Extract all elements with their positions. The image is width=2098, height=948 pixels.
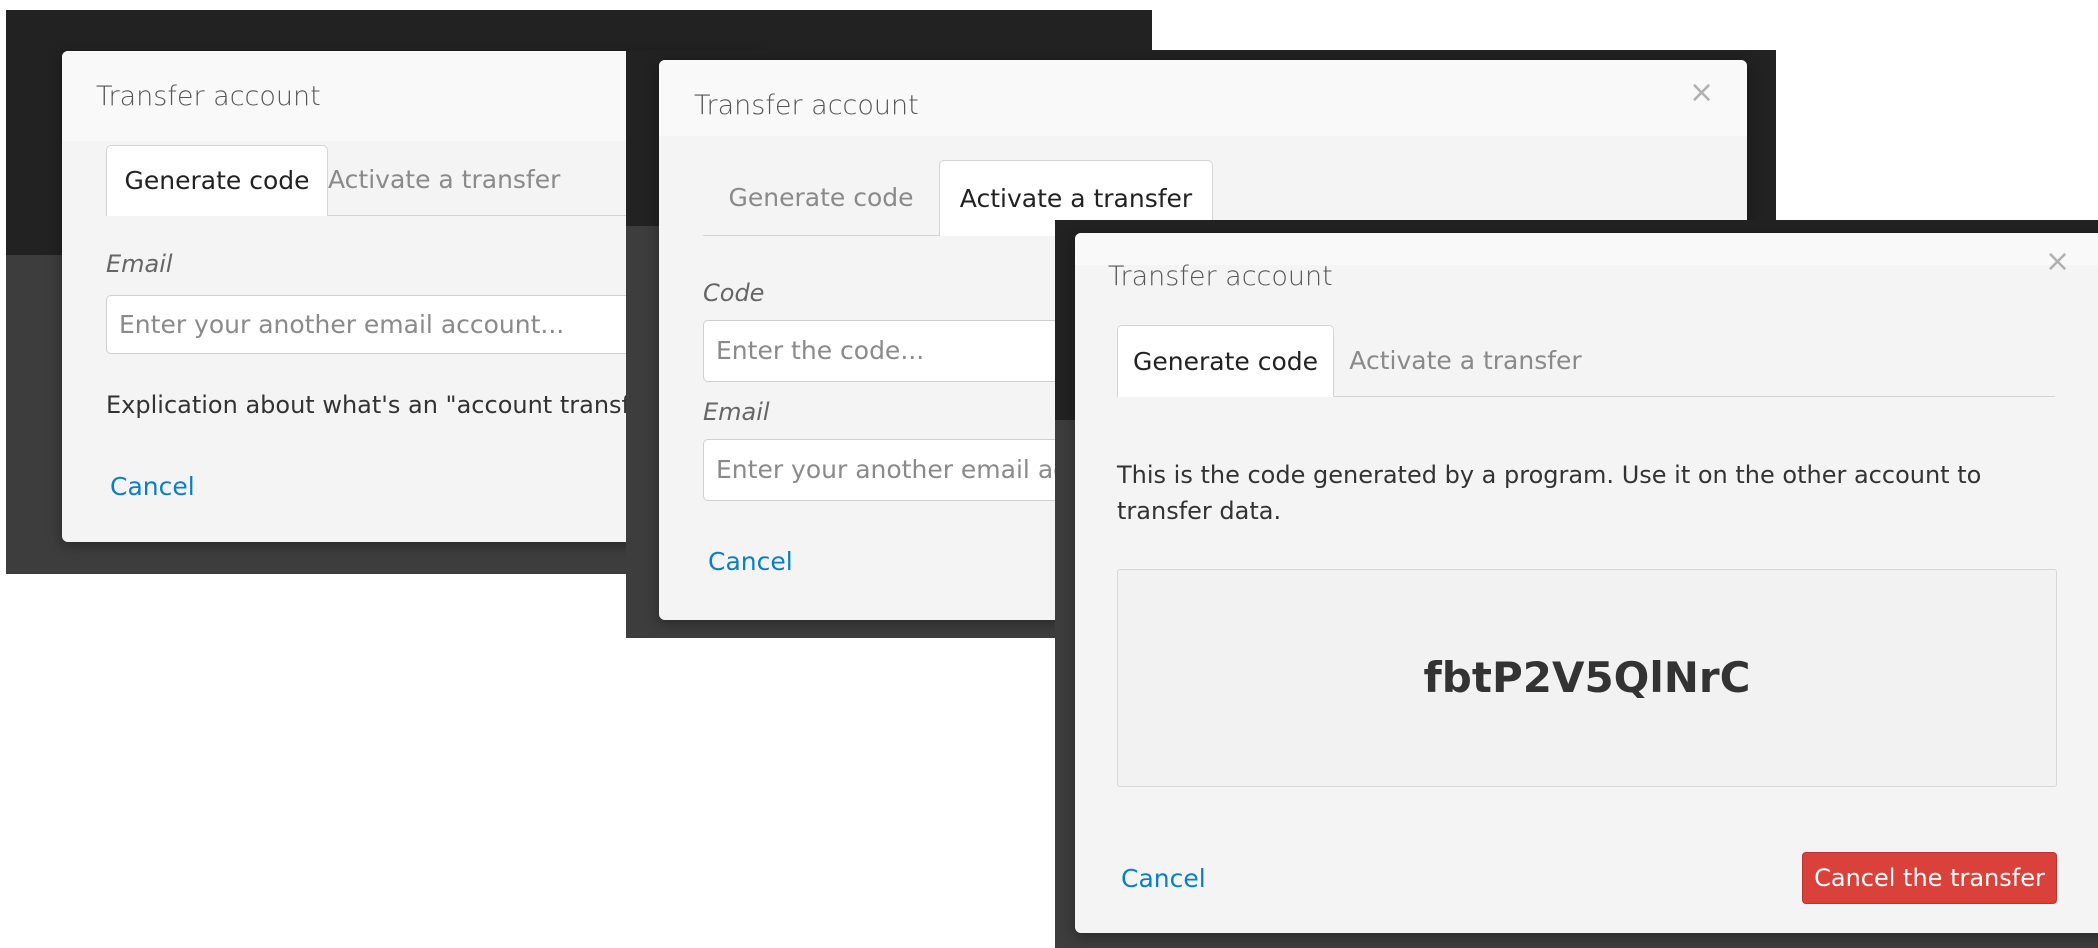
tab-generate-code[interactable]: Generate code — [703, 160, 939, 235]
dialog-title: Transfer account — [96, 81, 321, 112]
tab-activate-transfer[interactable]: Activate a transfer — [328, 145, 560, 215]
code-label: Code — [703, 279, 765, 307]
generated-code-display: fbtP2V5QlNrC — [1117, 569, 2057, 787]
close-icon[interactable]: × — [2045, 247, 2070, 277]
account-transfer-explanation: Explication about what's an "account tra… — [106, 391, 666, 419]
cancel-transfer-button[interactable]: Cancel the transfer — [1802, 852, 2057, 904]
dialog-title: Transfer account — [1108, 261, 1333, 292]
tab-generate-code[interactable]: Generate code — [106, 145, 328, 216]
cancel-link[interactable]: Cancel — [708, 547, 793, 576]
screenshot-generated-code: Transfer account × Generate code Activat… — [1055, 220, 2098, 948]
tab-bar: Generate code Activate a transfer — [1117, 325, 2055, 397]
email-label: Email — [106, 250, 173, 278]
cancel-link[interactable]: Cancel — [110, 472, 195, 501]
email-label: Email — [703, 398, 770, 426]
tab-activate-transfer[interactable]: Activate a transfer — [1334, 325, 1597, 396]
transfer-account-dialog: Transfer account × Generate code Activat… — [1075, 233, 2098, 933]
dialog-title: Transfer account — [694, 90, 919, 121]
close-icon[interactable]: × — [1689, 78, 1714, 108]
cancel-link[interactable]: Cancel — [1121, 864, 1206, 893]
generated-code-message: This is the code generated by a program.… — [1117, 461, 1982, 525]
tab-generate-code[interactable]: Generate code — [1117, 325, 1334, 397]
